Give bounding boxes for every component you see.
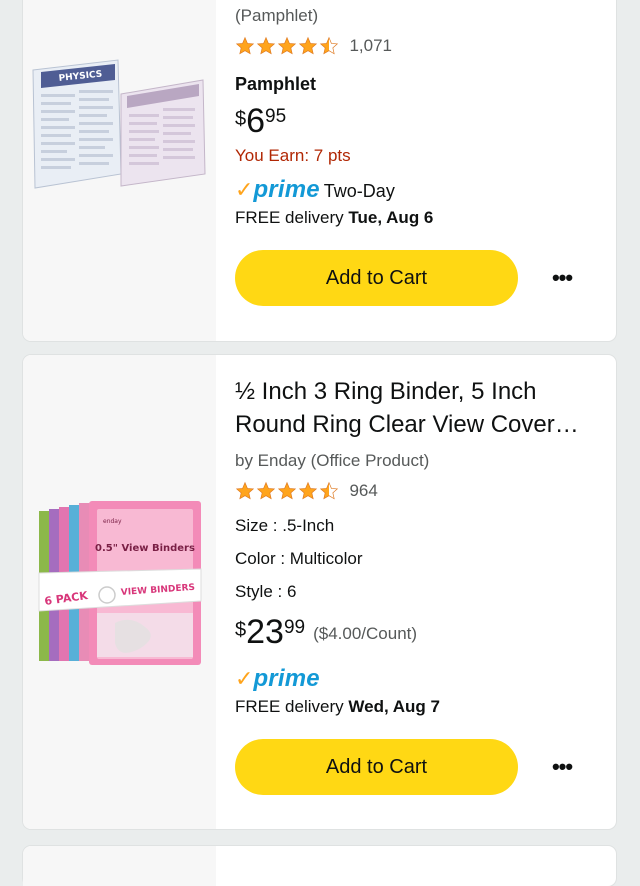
product-info: ½ Inch 3 Ring Binder, 5 Inch Round Ring … xyxy=(235,355,598,829)
price-currency: $ xyxy=(235,108,247,130)
prime-check-icon: ✓ xyxy=(235,666,254,691)
prime-check-icon: ✓ xyxy=(235,177,254,202)
attr-size: Size : .5-Inch xyxy=(235,516,335,535)
more-options-button[interactable]: ••• xyxy=(546,262,578,294)
star-full-icon xyxy=(277,481,297,500)
star-full-icon xyxy=(235,481,255,500)
product-price: $2399 ($4.00/Count) xyxy=(235,613,417,652)
price-fraction: 95 xyxy=(265,106,287,127)
star-full-icon xyxy=(298,481,318,500)
product-info: (Pamphlet) 1,071 Pamphlet $695 You Earn:… xyxy=(235,0,598,341)
product-image-pane[interactable]: 0.5" View Binders enday 6 PACK VIEW BIND… xyxy=(23,355,216,829)
product-subtitle: (Pamphlet) xyxy=(235,6,319,25)
product-title[interactable]: ½ Inch 3 Ring Binder, 5 Inch Round Ring … xyxy=(235,375,590,441)
star-full-icon xyxy=(256,481,276,500)
product-byline[interactable]: by Enday (Office Product) xyxy=(235,451,429,471)
prime-logo: prime xyxy=(253,665,320,692)
binder-brand: enday xyxy=(103,518,122,525)
delivery-prefix: FREE delivery xyxy=(235,697,349,716)
delivery-date: Tue, Aug 6 xyxy=(348,208,434,227)
product-card-1[interactable]: PHYSICS (Pamphlet) 1,071 Pamphlet $695 Y… xyxy=(23,0,616,341)
delivery-info: FREE delivery Wed, Aug 7 xyxy=(235,697,440,717)
delivery-prefix: FREE delivery xyxy=(235,208,349,227)
price-currency: $ xyxy=(235,619,247,641)
product-card-3[interactable] xyxy=(23,846,616,886)
price-fraction: 99 xyxy=(283,617,306,638)
price-whole: 6 xyxy=(246,102,266,140)
star-full-icon xyxy=(235,36,255,55)
product-card-2[interactable]: 0.5" View Binders enday 6 PACK VIEW BIND… xyxy=(23,355,616,829)
star-rating[interactable] xyxy=(235,36,339,56)
prime-logo: prime xyxy=(253,176,320,203)
prime-speed: Two-Day xyxy=(323,181,395,201)
product-image-pane[interactable]: PHYSICS xyxy=(23,0,216,341)
star-full-icon xyxy=(298,36,318,55)
product-image-pane[interactable] xyxy=(23,846,216,886)
add-to-cart-button[interactable]: Add to Cart xyxy=(235,739,518,795)
binders-image[interactable]: 0.5" View Binders enday 6 PACK VIEW BIND… xyxy=(23,355,216,829)
rating-count[interactable]: 964 xyxy=(349,481,377,500)
rating-row[interactable]: 964 xyxy=(235,481,378,501)
delivery-info: FREE delivery Tue, Aug 6 xyxy=(235,208,433,228)
rating-count[interactable]: 1,071 xyxy=(349,36,392,55)
star-full-icon xyxy=(277,36,297,55)
unit-price: ($4.00/Count) xyxy=(313,624,418,643)
star-rating[interactable] xyxy=(235,481,339,501)
attr-color: Color : Multicolor xyxy=(235,549,363,568)
laminated-guide-image[interactable]: PHYSICS xyxy=(23,0,216,341)
delivery-date: Wed, Aug 7 xyxy=(348,697,440,716)
rating-row[interactable]: 1,071 xyxy=(235,36,392,56)
star-half-icon xyxy=(319,36,339,55)
earn-points: You Earn: 7 pts xyxy=(235,146,351,165)
star-full-icon xyxy=(256,36,276,55)
binder-cover-label: 0.5" View Binders xyxy=(95,543,195,554)
product-format: Pamphlet xyxy=(235,74,317,94)
prime-badge: ✓prime xyxy=(235,665,320,693)
price-whole: 23 xyxy=(246,613,284,651)
add-to-cart-button[interactable]: Add to Cart xyxy=(235,250,518,306)
star-half-icon xyxy=(319,481,339,500)
attr-style: Style : 6 xyxy=(235,582,297,601)
product-price: $695 xyxy=(235,102,286,141)
prime-badge: ✓prime Two-Day xyxy=(235,176,395,204)
more-options-button[interactable]: ••• xyxy=(546,751,578,783)
